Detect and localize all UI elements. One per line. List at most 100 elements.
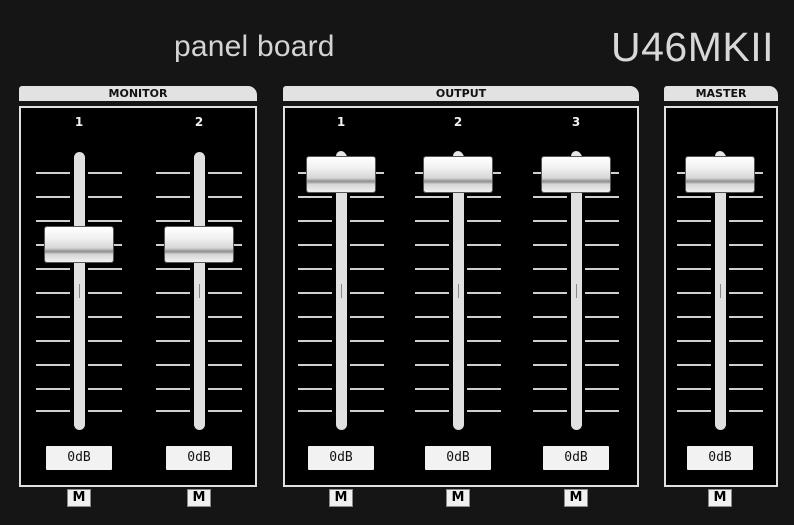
fader-center-mark bbox=[341, 284, 342, 298]
fader-knob-output-1[interactable] bbox=[307, 157, 375, 192]
scale-tick-right bbox=[729, 244, 763, 246]
scale-tick-left bbox=[677, 196, 711, 198]
scale-tick-left bbox=[156, 410, 190, 412]
scale-tick-left bbox=[156, 364, 190, 366]
section-header-monitor: MONITOR bbox=[19, 86, 257, 101]
scale-tick-left bbox=[415, 196, 449, 198]
scale-tick-right bbox=[585, 316, 619, 318]
scale-tick-right bbox=[208, 364, 242, 366]
scale-tick-right bbox=[350, 388, 384, 390]
db-readout-master-main[interactable]: 0dB bbox=[687, 446, 753, 470]
scale-tick-left bbox=[533, 316, 567, 318]
scale-tick-left bbox=[677, 340, 711, 342]
scale-tick-right bbox=[467, 196, 501, 198]
scale-tick-right bbox=[350, 340, 384, 342]
scale-tick-right bbox=[467, 244, 501, 246]
scale-tick-left bbox=[533, 196, 567, 198]
scale-tick-left bbox=[415, 220, 449, 222]
scale-tick-right bbox=[88, 292, 122, 294]
scale-tick-right bbox=[729, 340, 763, 342]
scale-tick-left bbox=[36, 292, 70, 294]
scale-tick-right bbox=[467, 292, 501, 294]
scale-tick-left bbox=[36, 196, 70, 198]
scale-tick-left bbox=[677, 292, 711, 294]
channel-number-monitor-1: 1 bbox=[74, 115, 84, 129]
fader-center-mark bbox=[79, 284, 80, 298]
scale-tick-left bbox=[298, 292, 332, 294]
channel-number-output-1: 1 bbox=[336, 115, 346, 129]
panel-title: panel board bbox=[174, 30, 335, 63]
scale-tick-right bbox=[88, 196, 122, 198]
fader-knob-monitor-2[interactable] bbox=[165, 226, 233, 262]
scale-tick-right bbox=[350, 244, 384, 246]
scale-tick-right bbox=[208, 340, 242, 342]
scale-tick-left bbox=[677, 268, 711, 270]
scale-tick-left bbox=[36, 268, 70, 270]
mute-button-output-1[interactable]: M bbox=[329, 489, 353, 507]
scale-tick-left bbox=[298, 196, 332, 198]
scale-tick-right bbox=[88, 364, 122, 366]
scale-tick-right bbox=[467, 220, 501, 222]
monitor-group bbox=[19, 106, 257, 487]
scale-tick-left bbox=[298, 316, 332, 318]
scale-tick-right bbox=[88, 172, 122, 174]
scale-tick-right bbox=[729, 220, 763, 222]
db-readout-output-3[interactable]: 0dB bbox=[543, 446, 609, 470]
mute-button-monitor-1[interactable]: M bbox=[67, 489, 91, 507]
scale-tick-right bbox=[208, 220, 242, 222]
scale-tick-left bbox=[677, 410, 711, 412]
section-header-master: MASTER bbox=[664, 86, 778, 101]
db-readout-output-2[interactable]: 0dB bbox=[425, 446, 491, 470]
mute-button-monitor-2[interactable]: M bbox=[187, 489, 211, 507]
scale-tick-left bbox=[156, 268, 190, 270]
scale-tick-left bbox=[156, 172, 190, 174]
scale-tick-right bbox=[467, 364, 501, 366]
mute-button-output-2[interactable]: M bbox=[446, 489, 470, 507]
scale-tick-right bbox=[467, 388, 501, 390]
scale-tick-right bbox=[467, 316, 501, 318]
scale-tick-left bbox=[677, 244, 711, 246]
scale-tick-right bbox=[208, 268, 242, 270]
scale-tick-left bbox=[156, 220, 190, 222]
scale-tick-right bbox=[208, 388, 242, 390]
scale-tick-right bbox=[729, 410, 763, 412]
scale-tick-left bbox=[415, 316, 449, 318]
scale-tick-left bbox=[415, 364, 449, 366]
scale-tick-left bbox=[533, 220, 567, 222]
scale-tick-left bbox=[36, 220, 70, 222]
scale-tick-left bbox=[415, 292, 449, 294]
scale-tick-left bbox=[156, 316, 190, 318]
scale-tick-left bbox=[298, 364, 332, 366]
db-readout-output-1[interactable]: 0dB bbox=[308, 446, 374, 470]
scale-tick-right bbox=[88, 268, 122, 270]
mute-button-master-main[interactable]: M bbox=[708, 489, 732, 507]
mute-button-output-3[interactable]: M bbox=[564, 489, 588, 507]
scale-tick-right bbox=[585, 410, 619, 412]
scale-tick-left bbox=[298, 340, 332, 342]
scale-tick-right bbox=[208, 292, 242, 294]
fader-center-mark bbox=[576, 284, 577, 298]
scale-tick-right bbox=[585, 292, 619, 294]
db-readout-monitor-2[interactable]: 0dB bbox=[166, 446, 232, 470]
fader-knob-output-2[interactable] bbox=[424, 157, 492, 192]
scale-tick-left bbox=[533, 292, 567, 294]
fader-center-mark bbox=[720, 284, 721, 298]
scale-tick-left bbox=[533, 340, 567, 342]
scale-tick-left bbox=[415, 268, 449, 270]
db-readout-monitor-1[interactable]: 0dB bbox=[46, 446, 112, 470]
scale-tick-left bbox=[533, 388, 567, 390]
scale-tick-right bbox=[729, 196, 763, 198]
scale-tick-right bbox=[729, 268, 763, 270]
fader-knob-master-main[interactable] bbox=[686, 157, 754, 192]
scale-tick-right bbox=[467, 410, 501, 412]
scale-tick-right bbox=[88, 388, 122, 390]
scale-tick-right bbox=[208, 410, 242, 412]
scale-tick-left bbox=[156, 292, 190, 294]
fader-knob-monitor-1[interactable] bbox=[45, 226, 113, 262]
scale-tick-left bbox=[298, 220, 332, 222]
scale-tick-right bbox=[350, 364, 384, 366]
scale-tick-right bbox=[585, 268, 619, 270]
channel-number-output-2: 2 bbox=[453, 115, 463, 129]
fader-knob-output-3[interactable] bbox=[542, 157, 610, 192]
scale-tick-right bbox=[467, 340, 501, 342]
